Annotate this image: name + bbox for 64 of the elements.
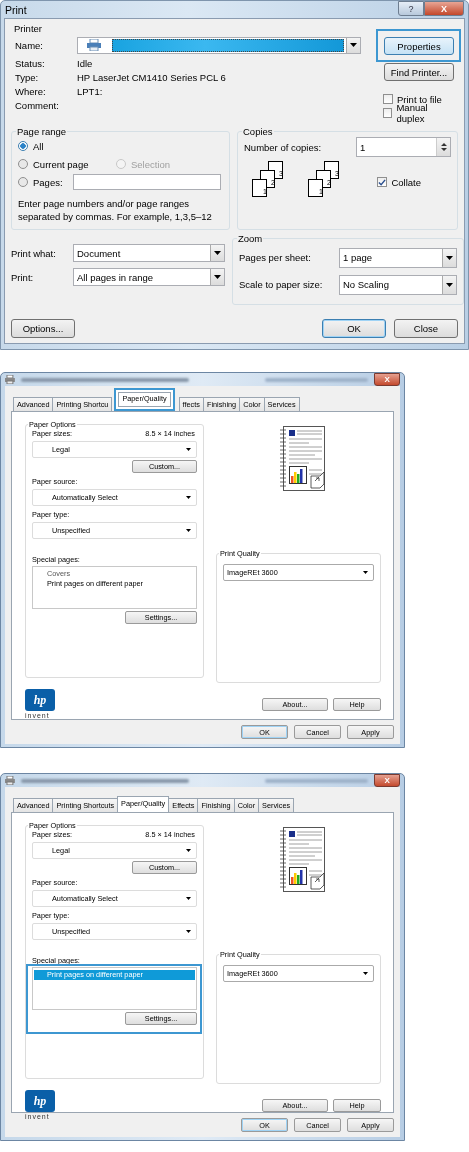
dropdown-arrow-icon <box>186 529 191 532</box>
checkbox[interactable] <box>383 94 393 104</box>
options-button[interactable]: Options... <box>11 319 75 338</box>
hp-logo: hp <box>25 1090 55 1112</box>
group-label: Page range <box>16 126 68 137</box>
help-button[interactable]: ? <box>398 1 424 16</box>
field-label: Pages per sheet: <box>239 252 312 263</box>
checkbox-label: Collate <box>391 176 421 188</box>
group-label: Zoom <box>237 233 264 244</box>
checkbox[interactable] <box>383 108 393 118</box>
dropdown-arrow-icon <box>214 275 221 279</box>
field-value: Idle <box>77 57 93 69</box>
pages-input[interactable] <box>73 174 221 190</box>
field-label: Number of copies: <box>244 141 323 153</box>
field-label: Scale to paper size: <box>239 279 324 290</box>
checkbox-label: Manual duplex <box>396 102 429 124</box>
group-label: Printer <box>13 23 43 34</box>
printer-combo[interactable] <box>77 36 361 54</box>
group-label: Copies <box>242 126 274 137</box>
dropdown-arrow-icon <box>186 849 191 852</box>
copies-spinner[interactable]: 1 <box>356 137 451 157</box>
checkbox[interactable] <box>377 177 388 187</box>
field-label: Print: <box>11 271 35 283</box>
field-label: Comment: <box>15 99 60 111</box>
dropdown-arrow-icon <box>186 897 191 900</box>
radio-button[interactable] <box>18 159 28 169</box>
radio-label: Current page <box>33 158 89 170</box>
printer-icon <box>86 39 102 51</box>
radio-label: Pages: <box>33 176 63 188</box>
dropdown-arrow-icon <box>186 496 191 499</box>
radio-label: Selection <box>131 158 171 170</box>
close-button[interactable]: Close <box>394 319 458 338</box>
dropdown-arrow-icon <box>363 972 368 975</box>
window-title: Print <box>5 3 27 16</box>
ok-button[interactable]: OK <box>322 319 386 338</box>
dropdown-arrow-icon <box>186 448 191 451</box>
print-dropdown[interactable]: All pages in range <box>73 268 225 286</box>
field-label: Where: <box>15 85 47 97</box>
field-value: HP LaserJet CM1410 Series PCL 6 <box>77 71 226 83</box>
properties-button[interactable]: Properties <box>384 37 454 55</box>
dropdown-arrow-icon <box>446 282 453 287</box>
printer-icon <box>5 776 15 785</box>
field-label: Type: <box>15 71 40 83</box>
dropdown-arrow-icon <box>363 571 368 574</box>
print-what-dropdown[interactable]: Document <box>73 244 225 262</box>
dropdown-arrow-icon <box>186 930 191 933</box>
field-label: Name: <box>15 39 44 51</box>
dropdown-arrow-icon <box>214 251 221 255</box>
hp-logo: hp <box>25 689 55 711</box>
field-value: LPT1: <box>77 85 103 97</box>
field-label: Print what: <box>11 247 57 259</box>
printer-icon <box>5 375 15 384</box>
find-printer-button[interactable]: Find Printer... <box>384 63 454 81</box>
checkbox-label: Print to file <box>397 93 442 105</box>
radio-button[interactable] <box>18 141 28 151</box>
page-stack-icon <box>308 161 339 197</box>
radio-button[interactable] <box>18 177 28 187</box>
page-stack-icon <box>252 161 283 197</box>
zoom-dropdown[interactable]: 1 page <box>339 247 457 268</box>
zoom-dropdown[interactable]: No Scaling <box>339 274 457 295</box>
field-label: Status: <box>15 57 46 69</box>
dropdown-arrow-icon <box>446 255 453 260</box>
hint-text: Enter page numbers and/or page ranges separated by commas. For example, 1,3,5–12 <box>18 197 213 223</box>
radio-label: All <box>33 140 44 152</box>
